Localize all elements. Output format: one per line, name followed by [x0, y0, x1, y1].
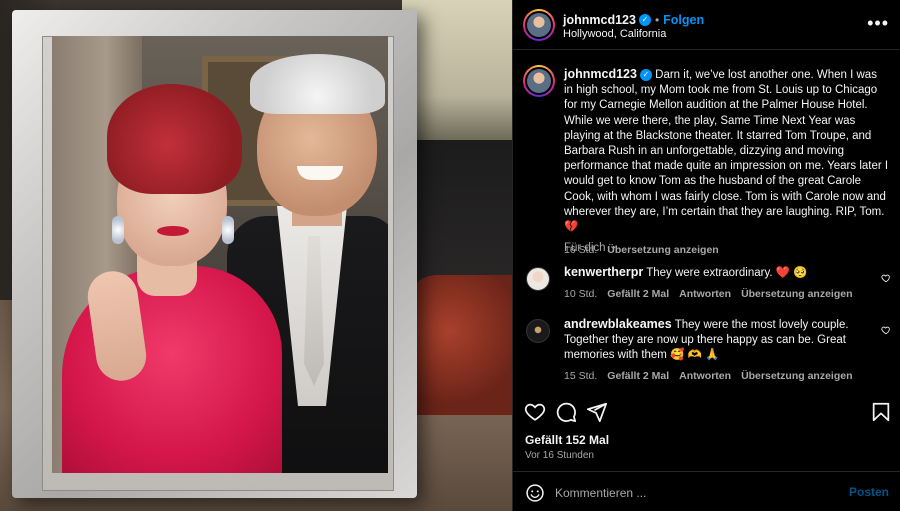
caption-author-avatar[interactable] [523, 65, 555, 97]
reply-button[interactable]: Antworten [679, 288, 731, 300]
header-name-row: johnmcd123 ✓ • Folgen [563, 11, 704, 29]
comment-likes[interactable]: Gefällt 2 Mal [607, 370, 669, 382]
comment-body: andrewblakeames They were the most lovel… [564, 317, 864, 384]
woman-lips [157, 226, 189, 236]
comment-time: 15 Std. [564, 370, 598, 382]
post-image[interactable] [0, 0, 512, 511]
comment-icon[interactable] [555, 401, 577, 423]
comment-meta: 10 Std. Gefällt 2 Mal Antworten Übersetzung… [564, 287, 864, 302]
comment-likes[interactable]: Gefällt 2 Mal [607, 288, 669, 300]
man-hair [250, 54, 385, 114]
chevron-down-icon: ⌄ [608, 240, 618, 252]
more-options-icon[interactable]: ••• [867, 14, 889, 32]
add-comment-bar: Posten [513, 471, 900, 511]
earring-left [112, 216, 124, 244]
comment-username[interactable]: andrewblakeames [564, 317, 672, 331]
post-detail-panel: johnmcd123 ✓ • Folgen Hollywood, California… [512, 0, 900, 511]
bookmark-icon[interactable] [870, 401, 892, 423]
comment-text: They were extraordinary. ❤️ 🥺 [646, 267, 808, 279]
comment-translate-link[interactable]: Übersetzung anzeigen [741, 370, 852, 382]
avatar-image [525, 11, 553, 39]
emoji-icon[interactable] [525, 483, 545, 503]
separator-dot: • [654, 13, 660, 27]
comment-input[interactable] [555, 484, 835, 502]
comment-time: 10 Std. [564, 288, 598, 300]
commenter-avatar[interactable] [526, 319, 550, 343]
verified-badge-icon: ✓ [638, 13, 651, 26]
heart-icon[interactable] [524, 401, 546, 423]
follow-button[interactable]: Folgen [663, 13, 704, 27]
author-avatar[interactable] [523, 9, 555, 41]
for-you-toggle[interactable]: Für dich ⌄ [564, 240, 618, 254]
avatar-image [525, 67, 553, 95]
like-count[interactable]: Gefällt 152 Mal [525, 433, 609, 447]
comments-section: johnmcd123 ✓ Darn it, we’ve lost another … [513, 51, 900, 391]
comment-like-heart-icon[interactable] [881, 273, 891, 283]
woman-hair [107, 84, 242, 194]
earring-right [222, 216, 234, 244]
verified-badge-icon: ✓ [639, 68, 652, 81]
caption: johnmcd123 ✓ Darn it, we’ve lost another … [564, 67, 889, 258]
author-username[interactable]: johnmcd123 [563, 13, 636, 27]
post-timestamp[interactable]: Vor 16 Stunden [525, 450, 594, 461]
for-you-label: Für dich [564, 242, 606, 254]
caption-translate-link[interactable]: Übersetzung anzeigen [607, 244, 718, 256]
comment-like-heart-icon[interactable] [881, 325, 891, 335]
framed-photo [52, 36, 388, 473]
post-location[interactable]: Hollywood, California [563, 28, 666, 40]
comment-meta: 15 Std. Gefällt 2 Mal Antworten Übersetzung… [564, 369, 864, 384]
comment-translate-link[interactable]: Übersetzung anzeigen [741, 288, 852, 300]
background-object [407, 275, 512, 415]
post-header: johnmcd123 ✓ • Folgen Hollywood, California… [513, 0, 900, 50]
action-bar [513, 397, 900, 427]
man-smile [297, 166, 343, 180]
caption-text: Darn it, we’ve lost another one. When I … [564, 69, 889, 234]
caption-username[interactable]: johnmcd123 [564, 67, 637, 81]
comment-username[interactable]: kenwertherpr [564, 265, 643, 279]
reply-button[interactable]: Antworten [679, 370, 731, 382]
commenter-avatar[interactable] [526, 267, 550, 291]
comment-body: kenwertherpr They were extraordinary. ❤️… [564, 265, 864, 302]
background-lamp [402, 0, 512, 160]
share-icon[interactable] [586, 401, 608, 423]
post-comment-button[interactable]: Posten [849, 485, 889, 499]
